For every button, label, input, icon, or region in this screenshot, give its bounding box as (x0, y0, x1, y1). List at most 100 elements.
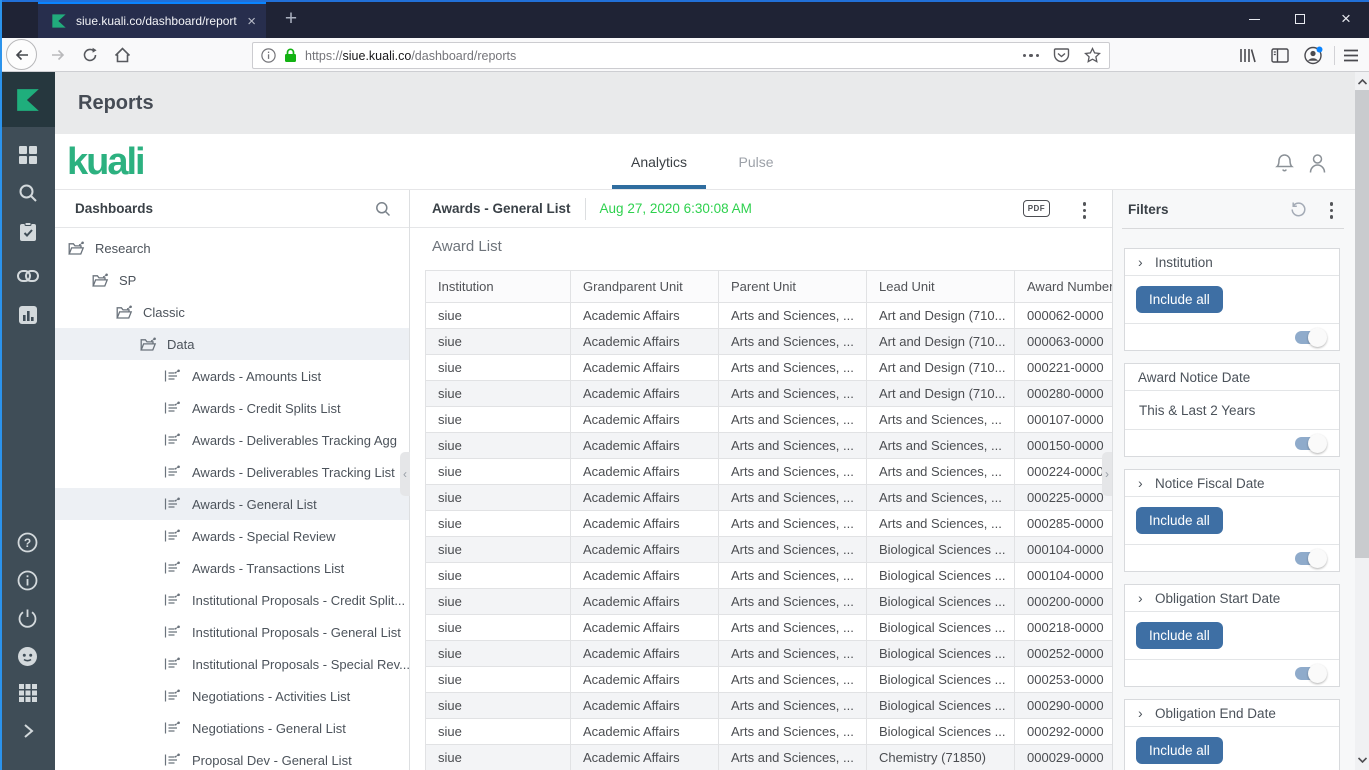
filter-title-row[interactable]: › Obligation Start Date (1125, 585, 1339, 612)
power-icon[interactable] (0, 600, 55, 636)
dashboard-icon[interactable] (0, 137, 55, 173)
table-row: siue Academic Affairs Arts and Sciences, .… (425, 744, 1112, 770)
window-maximize-button[interactable] (1277, 0, 1323, 38)
tree-report-awards-deliverables-tracking-agg[interactable]: Awards - Deliverables Tracking Agg (55, 424, 409, 456)
include-all-button[interactable]: Include all (1136, 737, 1223, 764)
table-cell: Arts and Sciences, ... (718, 458, 867, 485)
feedback-icon[interactable] (0, 638, 55, 674)
tree-report-institutional-proposals-general-list[interactable]: Institutional Proposals - General List (55, 616, 409, 648)
tree-folder-research[interactable]: Research (55, 232, 409, 264)
filters-reset-icon[interactable] (1290, 201, 1307, 218)
info-icon[interactable] (0, 562, 55, 598)
include-all-button[interactable]: Include all (1136, 622, 1223, 649)
page-scrollbar-thumb[interactable] (1355, 90, 1369, 558)
table-cell: 000200-0000 (1014, 588, 1112, 615)
pocket-icon[interactable] (1053, 47, 1070, 64)
reload-button[interactable] (76, 41, 104, 69)
tree-report-institutional-proposals-special-rev[interactable]: Institutional Proposals - Special Rev... (55, 648, 409, 680)
library-icon[interactable] (1233, 41, 1261, 69)
tree-report-institutional-proposals-credit-split[interactable]: Institutional Proposals - Credit Split..… (55, 584, 409, 616)
forward-button[interactable] (44, 41, 72, 69)
tab-pulse[interactable]: Pulse (720, 134, 792, 190)
secure-lock-icon[interactable] (284, 48, 297, 63)
tree-report-proposal-dev-general-list[interactable]: Proposal Dev - General List (55, 744, 409, 770)
url-bar[interactable]: https://siue.kuali.co/dashboard/reports (252, 42, 1110, 69)
tree-report-awards-special-review[interactable]: Awards - Special Review (55, 520, 409, 552)
filter-label: Institution (1155, 254, 1213, 270)
scroll-down-icon[interactable] (1355, 752, 1369, 768)
filter-toggle-switch[interactable] (1295, 434, 1327, 453)
menu-hamburger-icon[interactable] (1337, 41, 1365, 69)
tab-analytics[interactable]: Analytics (612, 134, 706, 190)
help-icon[interactable]: ? (0, 524, 55, 560)
tasks-clipboard-icon[interactable] (0, 214, 55, 250)
pdf-export-button[interactable]: PDF (1022, 200, 1050, 217)
tab-close-icon[interactable]: × (247, 14, 256, 29)
tree-report-awards-amounts-list[interactable]: Awards - Amounts List (55, 360, 409, 392)
filter-title-row[interactable]: › Notice Fiscal Date (1125, 470, 1339, 497)
filters-header: Filters (1113, 190, 1355, 228)
filter-title-row[interactable]: › Obligation End Date (1125, 700, 1339, 727)
filters-menu-kebab-icon[interactable] (1326, 198, 1338, 223)
kuali-logo-tile[interactable] (0, 72, 55, 127)
tree-report-awards-transactions-list[interactable]: Awards - Transactions List (55, 552, 409, 584)
window-close-button[interactable]: × (1323, 0, 1369, 38)
filters-collapse-handle[interactable]: › (1102, 452, 1112, 496)
tree-report-awards-deliverables-tracking-list[interactable]: Awards - Deliverables Tracking List (55, 456, 409, 488)
column-header[interactable]: Grandparent Unit (570, 270, 719, 303)
link-icon[interactable] (0, 258, 55, 294)
dashboards-collapse-handle[interactable]: ‹ (400, 452, 410, 496)
filter-toggle-switch[interactable] (1295, 549, 1327, 568)
tree-report-awards-credit-splits-list[interactable]: Awards - Credit Splits List (55, 392, 409, 424)
window-minimize-button[interactable] (1231, 0, 1277, 38)
tree-report-negotiations-activities-list[interactable]: Negotiations - Activities List (55, 680, 409, 712)
expand-chevron-icon[interactable] (0, 713, 55, 749)
home-button[interactable] (108, 41, 136, 69)
column-header[interactable]: Lead Unit (866, 270, 1015, 303)
scroll-up-icon[interactable] (1355, 74, 1369, 90)
profile-person-icon[interactable] (1306, 152, 1328, 174)
dashboards-search-icon[interactable] (375, 201, 391, 217)
filter-title-row[interactable]: Award Notice Date (1125, 364, 1339, 391)
tree-folder-data[interactable]: Data (55, 328, 409, 360)
kuali-wordmark[interactable]: kuali (67, 141, 146, 184)
tree-item-label: Awards - Special Review (192, 528, 336, 544)
table-cell: Art and Design (710... (866, 328, 1015, 355)
chevron-right-icon: › (1138, 254, 1143, 270)
table-row: siue Academic Affairs Arts and Sciences, .… (425, 354, 1112, 381)
column-header[interactable]: Institution (425, 270, 571, 303)
notifications-bell-icon[interactable] (1273, 152, 1295, 174)
chart-icon[interactable] (0, 297, 55, 333)
page-actions-icon[interactable] (1022, 53, 1039, 58)
include-all-button[interactable]: Include all (1136, 507, 1223, 534)
apps-grid-icon[interactable] (0, 675, 55, 711)
filter-title-row[interactable]: › Institution (1125, 249, 1339, 276)
column-header[interactable]: Award Number (1014, 270, 1112, 303)
page-info-icon[interactable] (261, 48, 276, 63)
tree-folder-sp[interactable]: SP (55, 264, 409, 296)
award-list-table: Institution Grandparent Unit Parent Unit Le… (425, 270, 1112, 770)
search-icon[interactable] (0, 175, 55, 211)
bookmark-star-icon[interactable] (1084, 47, 1101, 64)
include-all-button[interactable]: Include all (1136, 286, 1223, 313)
tree-report-negotiations-general-list[interactable]: Negotiations - General List (55, 712, 409, 744)
tree-report-awards-general-list[interactable]: Awards - General List (55, 488, 409, 520)
table-cell: Art and Design (710... (866, 302, 1015, 329)
account-icon[interactable] (1299, 41, 1327, 69)
table-cell: Academic Affairs (570, 406, 719, 433)
table-row: siue Academic Affairs Arts and Sciences, .… (425, 536, 1112, 563)
filter-body: Include all (1125, 727, 1339, 770)
browser-tab[interactable]: siue.kuali.co/dashboard/report × (38, 2, 266, 38)
new-tab-button[interactable]: + (276, 6, 306, 34)
filter-value[interactable]: This & Last 2 Years (1125, 391, 1339, 430)
report-icon (164, 689, 183, 703)
filters-panel: Filters › Institution Include all Award Not… (1113, 190, 1355, 770)
filter-toggle-switch[interactable] (1295, 664, 1327, 683)
table-row: siue Academic Affairs Arts and Sciences, .… (425, 588, 1112, 615)
column-header[interactable]: Parent Unit (718, 270, 867, 303)
back-button[interactable] (6, 39, 37, 70)
filter-toggle-switch[interactable] (1295, 328, 1327, 347)
report-menu-kebab-icon[interactable] (1079, 198, 1091, 223)
sidebars-icon[interactable] (1266, 41, 1294, 69)
tree-folder-classic[interactable]: Classic (55, 296, 409, 328)
